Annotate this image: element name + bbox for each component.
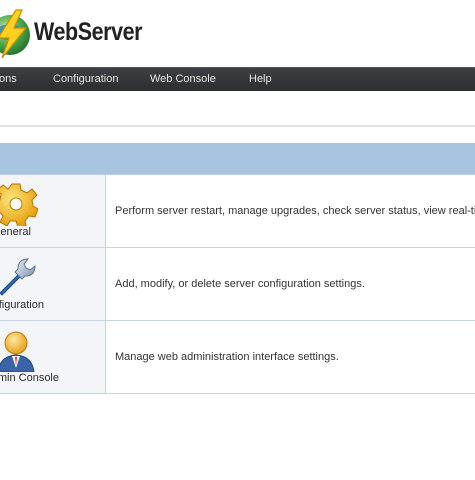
lightning-globe-logo-icon: [0, 9, 30, 59]
category-general-cell[interactable]: General: [0, 175, 106, 247]
category-general-description: Perform server restart, manage upgrades,…: [115, 205, 475, 217]
table-row: min Console Manage web administration in…: [0, 321, 475, 394]
main-navigation: ons Configuration Web Console Help: [0, 67, 475, 91]
category-general-label[interactable]: General: [0, 226, 31, 238]
divider: [0, 125, 475, 127]
nav-item-help[interactable]: Help: [249, 68, 272, 91]
gear-icon[interactable]: [0, 182, 38, 226]
category-admin-console-description: Manage web administration interface sett…: [115, 351, 339, 363]
category-admin-console-label[interactable]: min Console: [0, 372, 59, 384]
category-configuration-cell[interactable]: onfiguration: [0, 248, 106, 320]
admin-user-icon[interactable]: [0, 328, 38, 372]
wrench-icon[interactable]: [0, 255, 38, 299]
logo-text: WebServer: [34, 18, 143, 46]
category-configuration-description: Add, modify, or delete server configurat…: [115, 278, 365, 290]
page: WebServer ons Configuration Web Console …: [0, 0, 475, 480]
nav-item-configuration[interactable]: Configuration: [53, 68, 118, 91]
table-header: [0, 143, 475, 175]
nav-item-web-console[interactable]: Web Console: [150, 68, 216, 91]
category-configuration-label[interactable]: onfiguration: [0, 299, 44, 311]
category-table: General Perform server restart, manage u…: [0, 143, 475, 394]
category-admin-console-cell[interactable]: min Console: [0, 321, 106, 393]
table-row: onfiguration Add, modify, or delete serv…: [0, 248, 475, 321]
nav-item-operations[interactable]: ons: [0, 68, 17, 91]
header: WebServer: [0, 0, 475, 66]
table-row: General Perform server restart, manage u…: [0, 175, 475, 248]
